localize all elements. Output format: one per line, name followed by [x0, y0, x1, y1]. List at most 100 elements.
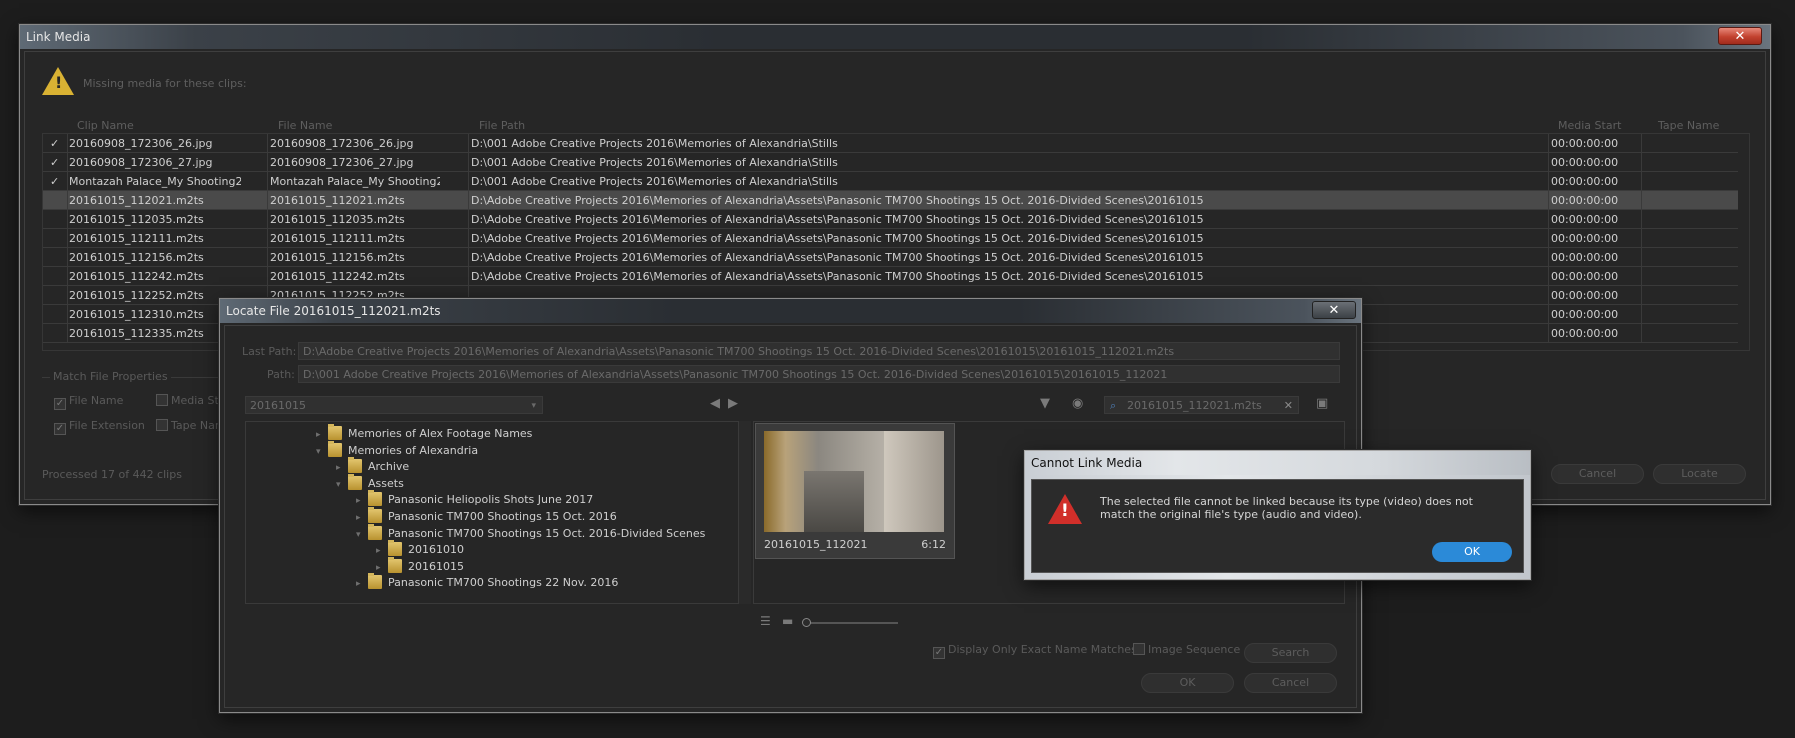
locate-file-close-button[interactable]: ✕	[1312, 301, 1356, 319]
column-divider	[468, 153, 469, 172]
zoom-slider[interactable]	[802, 618, 898, 627]
column-divider	[1641, 267, 1642, 286]
column-divider	[1548, 229, 1549, 248]
chevron-down-icon[interactable]: ▾	[316, 443, 328, 462]
media-start-cell: 00:00:00:00	[1551, 156, 1619, 169]
image-sequence-checkbox[interactable]: Image Sequence	[1133, 643, 1240, 656]
chevron-right-icon[interactable]: ▸	[356, 575, 368, 594]
checkmark-icon[interactable]: ✓	[50, 134, 64, 153]
media-thumbnail[interactable]: 20161015_112021 6:12	[755, 423, 955, 559]
link-media-cancel-button[interactable]: Cancel	[1551, 464, 1644, 484]
column-divider	[1641, 229, 1642, 248]
chevron-down-icon[interactable]: ▾	[356, 526, 368, 545]
icon-view-icon[interactable]: ▬	[782, 614, 793, 628]
file-path-cell: D:\001 Adobe Creative Projects 2016\Memo…	[471, 156, 838, 169]
tree-scrollbar[interactable]	[739, 421, 751, 604]
file-name-cell: 20160908_172306_26.jpg	[270, 137, 414, 150]
new-bin-icon[interactable]: ▣	[1316, 396, 1328, 411]
tape-name-checkbox[interactable]: Tape Name	[156, 419, 218, 432]
cannot-link-titlebar[interactable]: Cannot Link Media	[1025, 451, 1530, 475]
column-header-clip-name[interactable]: Clip Name	[77, 119, 134, 132]
folder-icon	[328, 440, 342, 457]
column-divider	[1548, 134, 1549, 153]
file-name-checkbox[interactable]: ✓ File Name	[54, 394, 123, 410]
cannot-link-body: ! The selected file cannot be linked bec…	[1031, 479, 1524, 573]
path-field[interactable]: D:\001 Adobe Creative Projects 2016\Memo…	[298, 365, 1340, 383]
column-divider	[67, 248, 68, 267]
folder-dropdown[interactable]: 20161015 ▾	[245, 396, 543, 414]
column-header-file-name[interactable]: File Name	[278, 119, 332, 132]
zoom-slider-handle[interactable]	[802, 618, 811, 627]
clip-table-row[interactable]: 20161015_112156.m2ts 20161015_112156.m2ts…	[43, 248, 1738, 267]
last-path-label: Last Path:	[242, 345, 297, 358]
media-start-cell: 00:00:00:00	[1551, 289, 1619, 302]
clear-search-icon[interactable]: ✕	[1284, 397, 1293, 413]
clip-name-cell: 20161015_112335.m2ts	[69, 327, 204, 340]
file-extension-label: File Extension	[69, 419, 145, 432]
folder-icon	[368, 523, 382, 540]
column-divider	[267, 172, 268, 191]
checkmark-icon[interactable]: ✓	[50, 172, 64, 191]
file-name-cell: 20161015_112111.m2ts	[270, 232, 405, 245]
clip-table-row[interactable]: 20161015_112021.m2ts 20161015_112021.m2ts…	[43, 191, 1738, 210]
column-divider	[267, 153, 268, 172]
clip-table-row[interactable]: 20161015_112035.m2ts 20161015_112035.m2ts…	[43, 210, 1738, 229]
tree-item[interactable]: ▸ Panasonic TM700 Shootings 22 Nov. 2016	[356, 573, 618, 592]
chevron-down-icon[interactable]: ▾	[336, 476, 348, 495]
eye-icon[interactable]: ◉	[1072, 396, 1083, 411]
cannot-link-ok-button[interactable]: OK	[1432, 542, 1512, 562]
checkmark-icon[interactable]: ✓	[50, 153, 64, 172]
media-start-checkbox[interactable]: Media Start	[156, 394, 218, 407]
link-media-locate-button[interactable]: Locate	[1653, 464, 1746, 484]
clip-table-row[interactable]: ✓ 20160908_172306_26.jpg 20160908_172306_2…	[43, 134, 1738, 153]
column-divider	[1548, 153, 1549, 172]
file-path-cell: D:\001 Adobe Creative Projects 2016\Memo…	[471, 175, 838, 188]
file-name-cell: 20160908_172306_27.jpg	[270, 156, 414, 169]
media-start-cell: 00:00:00:00	[1551, 308, 1619, 321]
search-button[interactable]: Search	[1244, 643, 1337, 663]
column-divider	[1548, 210, 1549, 229]
column-header-tape-name[interactable]: Tape Name	[1658, 119, 1719, 132]
last-path-field[interactable]: D:\Adobe Creative Projects 2016\Memories…	[298, 342, 1340, 360]
file-extension-checkbox[interactable]: ✓ File Extension	[54, 419, 145, 435]
cannot-link-dialog: Cannot Link Media ! The selected file ca…	[1024, 450, 1531, 580]
tree-item-label: Panasonic TM700 Shootings 22 Nov. 2016	[388, 576, 619, 590]
checkbox-unchecked-icon	[1133, 643, 1145, 655]
folder-icon	[388, 556, 402, 573]
locate-file-title: Locate File 20161015_112021.m2ts	[226, 304, 441, 318]
file-path-cell: D:\Adobe Creative Projects 2016\Memories…	[471, 251, 1204, 264]
forward-arrow-icon[interactable]: ▶	[728, 396, 738, 411]
locate-file-titlebar[interactable]: Locate File 20161015_112021.m2ts ✕	[220, 299, 1361, 323]
file-path-cell: D:\Adobe Creative Projects 2016\Memories…	[471, 232, 1204, 245]
list-view-icon[interactable]: ☰	[760, 614, 771, 628]
filter-icon[interactable]: ▼	[1040, 396, 1050, 411]
display-exact-checkbox[interactable]: ✓ Display Only Exact Name Matches	[933, 643, 1137, 659]
folder-icon	[368, 490, 382, 507]
tree-item-label: Archive	[368, 460, 410, 474]
media-start-cell: 00:00:00:00	[1551, 137, 1619, 150]
locate-cancel-button[interactable]: Cancel	[1244, 673, 1337, 693]
path-label: Path:	[267, 368, 295, 381]
link-media-titlebar[interactable]: Link Media ✕	[20, 25, 1770, 49]
clip-table-row[interactable]: ✓ Montazah Palace_My Shooting2.jpg Montaza…	[43, 172, 1738, 191]
media-start-cell: 00:00:00:00	[1551, 251, 1619, 264]
column-header-file-path[interactable]: File Path	[479, 119, 525, 132]
checkbox-unchecked-icon	[156, 394, 168, 406]
column-divider	[468, 134, 469, 153]
link-media-close-button[interactable]: ✕	[1718, 27, 1762, 45]
media-start-cell: 00:00:00:00	[1551, 175, 1619, 188]
search-field[interactable]: ⌕ 20161015_112021.m2ts ✕	[1104, 396, 1299, 414]
back-arrow-icon[interactable]: ◀	[710, 396, 720, 411]
column-divider	[468, 267, 469, 286]
media-start-cell: 00:00:00:00	[1551, 327, 1619, 340]
file-name-cell: 20161015_112242.m2ts	[270, 270, 405, 283]
clip-table-row[interactable]: 20161015_112111.m2ts 20161015_112111.m2ts…	[43, 229, 1738, 248]
tape-name-label: Tape Name	[171, 419, 218, 432]
locate-ok-button[interactable]: OK	[1141, 673, 1234, 693]
clip-table-row[interactable]: 20161015_112242.m2ts 20161015_112242.m2ts…	[43, 267, 1738, 286]
column-header-media-start[interactable]: Media Start	[1558, 119, 1621, 132]
column-divider	[67, 191, 68, 210]
file-name-label: File Name	[69, 394, 124, 407]
column-divider	[267, 191, 268, 210]
clip-table-row[interactable]: ✓ 20160908_172306_27.jpg 20160908_172306_2…	[43, 153, 1738, 172]
